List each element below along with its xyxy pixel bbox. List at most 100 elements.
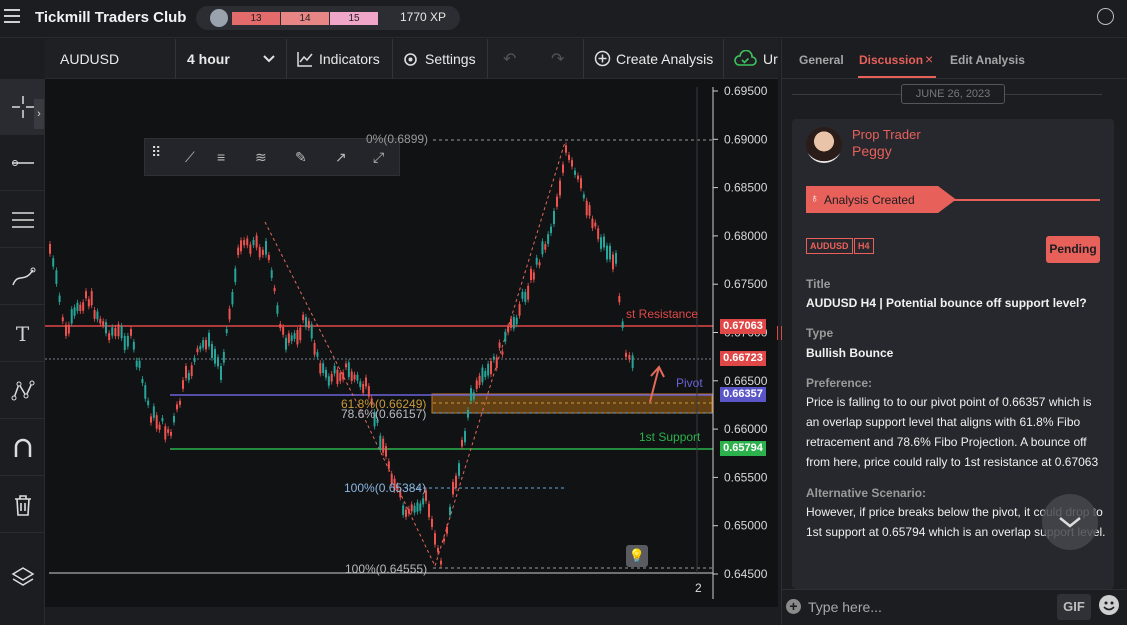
- candle: [246, 238, 249, 246]
- fib-tool-icon[interactable]: ≋: [255, 149, 267, 166]
- cloud-check-icon: [734, 50, 757, 66]
- menu-icon[interactable]: [4, 9, 20, 23]
- candle: [258, 247, 261, 258]
- candle: [472, 392, 475, 400]
- candle: [126, 335, 129, 347]
- text-tool-icon[interactable]: T: [0, 306, 45, 362]
- candle: [495, 357, 498, 369]
- fib-0-label: 0%(0.6899): [366, 132, 429, 146]
- xp-value: 1770 XP: [400, 10, 447, 24]
- candle: [49, 244, 51, 254]
- close-icon[interactable]: ×: [925, 51, 933, 67]
- candle: [79, 304, 82, 312]
- tab-edit-analysis[interactable]: Edit Analysis: [950, 53, 1025, 67]
- candle: [362, 383, 365, 393]
- tab-discussion[interactable]: Discussion: [859, 53, 923, 67]
- indicators-button[interactable]: Indicators: [319, 51, 380, 67]
- trendline-tool-icon[interactable]: ⟋: [185, 149, 195, 166]
- shape-tool-icon[interactable]: [0, 363, 45, 419]
- candle: [359, 381, 362, 388]
- candle: [582, 194, 585, 199]
- candle: [170, 431, 172, 436]
- tab-general[interactable]: General: [799, 53, 844, 67]
- candle: [350, 371, 353, 382]
- avatar[interactable]: [806, 127, 842, 163]
- brush-tool-icon[interactable]: ✎: [295, 149, 307, 166]
- chevron-down-icon[interactable]: [263, 54, 275, 64]
- candle: [65, 324, 67, 336]
- candle: [490, 361, 492, 375]
- candle: [120, 325, 123, 339]
- candle: [470, 388, 472, 401]
- extended-line-icon[interactable]: ⤢: [373, 149, 384, 166]
- price-tick-label: 0.64500: [724, 567, 768, 581]
- candle: [279, 323, 282, 329]
- layers-icon[interactable]: [0, 549, 45, 605]
- magnet-icon[interactable]: [0, 420, 45, 476]
- undo-icon[interactable]: ↶: [503, 49, 516, 69]
- parallel-lines-icon[interactable]: ≡: [217, 149, 225, 165]
- drawing-tools: › T: [0, 79, 45, 625]
- candle: [182, 380, 184, 389]
- candle: [407, 508, 410, 514]
- ray-tool-icon[interactable]: ↗: [335, 149, 347, 166]
- candle: [541, 241, 544, 255]
- symbol-selector[interactable]: AUDUSD: [60, 51, 119, 67]
- trash-icon[interactable]: [0, 477, 45, 533]
- symbol-tag: AUDUSD: [806, 238, 853, 254]
- redo-icon[interactable]: ↷: [551, 49, 564, 69]
- price-chart[interactable]: 0.69500 0.69000 0.68500 0.68000 0.67500 0.670…: [45, 79, 778, 607]
- banner-line: [952, 199, 1100, 201]
- scroll-down-button[interactable]: [1042, 494, 1098, 550]
- candle: [353, 374, 356, 380]
- candle: [228, 308, 231, 320]
- drag-handle-icon[interactable]: ⠿: [151, 145, 161, 159]
- candle: [179, 400, 181, 405]
- candle: [410, 504, 413, 512]
- pivot-label: Pivot: [676, 376, 703, 390]
- emoji-icon[interactable]: [1099, 595, 1119, 615]
- candle: [141, 378, 144, 384]
- candle: [615, 253, 617, 264]
- candle: [231, 292, 234, 305]
- xp-progress[interactable]: 13 14 15 1770 XP: [196, 6, 460, 30]
- candle: [327, 376, 330, 386]
- globe-icon[interactable]: [1097, 8, 1114, 25]
- splitter-handle[interactable]: [777, 326, 782, 340]
- candle: [443, 538, 445, 542]
- candle: [458, 463, 460, 476]
- candle: [553, 210, 555, 225]
- message-input[interactable]: Type here...: [808, 599, 882, 615]
- candle: [158, 424, 161, 430]
- candle: [132, 341, 135, 350]
- author-name[interactable]: Peggy: [852, 143, 892, 159]
- candle: [222, 351, 225, 363]
- pattern-tool-icon[interactable]: [0, 249, 45, 305]
- candle: [455, 475, 457, 488]
- timeframe-select[interactable]: 4 hour: [187, 51, 230, 67]
- candle: [365, 377, 367, 387]
- create-analysis-button[interactable]: Create Analysis: [616, 51, 713, 67]
- candle: [565, 145, 567, 153]
- lightbulb-icon[interactable]: 💡: [626, 545, 648, 567]
- settings-button[interactable]: Settings: [425, 51, 476, 67]
- candle: [135, 360, 138, 367]
- line-tool-icon[interactable]: [0, 135, 45, 191]
- expand-tools-icon[interactable]: ›: [34, 99, 44, 129]
- candle: [87, 299, 90, 307]
- x-axis-tick: 2: [695, 581, 702, 595]
- candle: [225, 329, 228, 333]
- toolbar-extra-button[interactable]: Ur: [763, 51, 778, 67]
- candle: [290, 335, 293, 342]
- candle: [293, 333, 296, 339]
- plus-circle-icon: [594, 50, 611, 67]
- chevron-down-icon: [1059, 517, 1081, 528]
- candle: [111, 327, 114, 336]
- candle: [446, 526, 448, 534]
- price-tick-label: 0.66000: [724, 422, 768, 436]
- candle: [234, 268, 237, 283]
- add-attachment-icon[interactable]: +: [786, 599, 801, 614]
- gif-button[interactable]: GIF: [1057, 594, 1091, 620]
- channel-tool-icon[interactable]: [0, 192, 45, 248]
- candle: [498, 342, 501, 348]
